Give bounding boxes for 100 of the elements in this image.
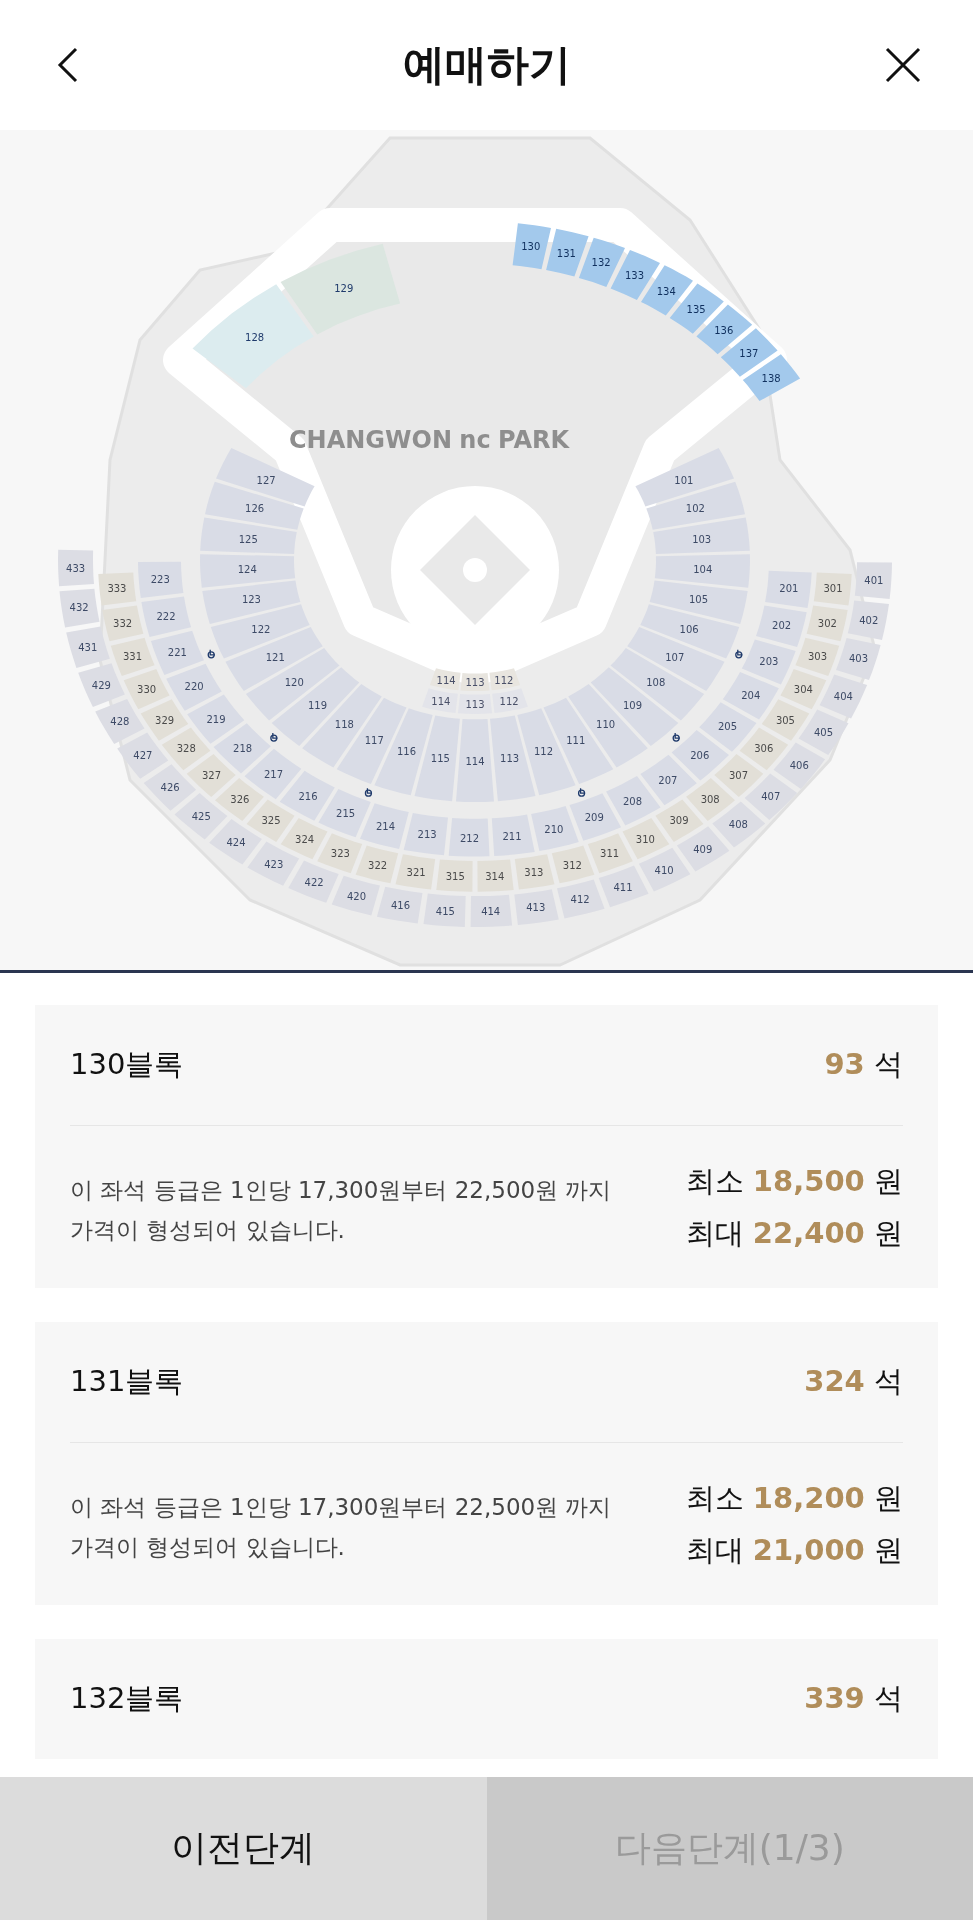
seat-section[interactable]: 309 bbox=[655, 799, 704, 842]
seat-section[interactable]: 223 bbox=[138, 561, 184, 598]
block-name: 130블록 bbox=[70, 1046, 184, 1083]
seat-section[interactable]: 215 bbox=[318, 789, 371, 838]
seat-section[interactable]: 329 bbox=[140, 699, 189, 741]
seat-section[interactable]: 213 bbox=[403, 812, 448, 856]
seat-section[interactable]: 413 bbox=[514, 889, 559, 925]
wheelchair-icon bbox=[577, 787, 586, 797]
seat-section[interactable]: 202 bbox=[756, 605, 807, 648]
seat-section[interactable]: 113 bbox=[490, 715, 536, 802]
seat-section[interactable]: 321 bbox=[395, 854, 436, 890]
block-name: 131블록 bbox=[70, 1363, 184, 1400]
seat-section[interactable]: 306 bbox=[739, 727, 789, 771]
seat-section[interactable]: 203 bbox=[741, 639, 796, 685]
seat-section[interactable]: 429 bbox=[78, 663, 125, 707]
price-line: 최대 21,000 원 bbox=[685, 1532, 903, 1569]
seat-section[interactable]: 210 bbox=[531, 806, 579, 852]
close-icon[interactable] bbox=[883, 45, 923, 85]
seat-section[interactable]: 333 bbox=[98, 572, 137, 606]
seat-section[interactable]: 220 bbox=[166, 663, 222, 711]
seat-section[interactable]: 431 bbox=[66, 626, 110, 668]
seat-section[interactable]: 328 bbox=[161, 727, 211, 771]
seat-section[interactable]: 322 bbox=[355, 845, 399, 884]
seat-section[interactable]: 332 bbox=[102, 605, 144, 642]
seat-section[interactable]: 312 bbox=[551, 845, 595, 884]
seat-section[interactable]: 426 bbox=[143, 764, 197, 811]
price-description: 이 좌석 등급은 1인당 17,300원부터 22,500원 까지 가격이 형성되어 있습니다. bbox=[70, 1176, 613, 1245]
seat-section[interactable]: 403 bbox=[836, 637, 881, 681]
seat-section[interactable]: 303 bbox=[795, 637, 840, 676]
wheelchair-icon bbox=[270, 732, 278, 742]
seat-section[interactable]: 406 bbox=[773, 742, 826, 789]
seat-section[interactable]: 131 bbox=[546, 228, 589, 277]
seat-section[interactable]: 405 bbox=[798, 709, 849, 755]
seat-section[interactable]: 409 bbox=[676, 826, 730, 872]
seat-section[interactable]: 302 bbox=[806, 605, 848, 642]
wheelchair-icon bbox=[364, 787, 373, 797]
seat-section[interactable]: 404 bbox=[819, 674, 868, 719]
block-card[interactable]: 132블록 339 석 bbox=[35, 1639, 938, 1759]
seat-section[interactable]: 124 bbox=[200, 554, 296, 588]
seat-section[interactable]: 310 bbox=[622, 817, 670, 860]
seat-section[interactable]: 416 bbox=[376, 886, 423, 924]
seat-section[interactable]: 104 bbox=[654, 554, 750, 588]
seat-section[interactable]: 324 bbox=[280, 817, 328, 860]
seat-section[interactable]: 114 bbox=[456, 718, 494, 802]
seat-section[interactable]: 323 bbox=[317, 833, 363, 874]
seat-count: 324 석 bbox=[804, 1363, 903, 1400]
seat-section[interactable]: 304 bbox=[780, 669, 827, 710]
seat-section[interactable]: 130 bbox=[512, 223, 551, 270]
seat-section[interactable]: 433 bbox=[58, 549, 94, 587]
seat-section[interactable]: 411 bbox=[598, 865, 649, 908]
price-description: 이 좌석 등급은 1인당 17,300원부터 22,500원 까지 가격이 형성되어 있습니다. bbox=[70, 1493, 613, 1562]
price-line: 최소 18,200 원 bbox=[685, 1480, 903, 1517]
block-card[interactable]: 130블록 93 석 이 좌석 등급은 1인당 17,300원부터 22,500원 까지 가격이 형성되어 있습니다. 최소 18,500 원 최대 22,400 원 bbox=[35, 1005, 938, 1288]
price-line: 최대 22,400 원 bbox=[685, 1215, 903, 1252]
seat-section[interactable]: 105 bbox=[649, 580, 748, 624]
price-line: 최소 18,500 원 bbox=[685, 1163, 903, 1200]
seat-section[interactable]: 214 bbox=[360, 803, 409, 849]
seat-section[interactable]: 425 bbox=[174, 793, 228, 840]
seat-section[interactable]: 412 bbox=[557, 879, 605, 919]
seat-count: 339 석 bbox=[804, 1680, 903, 1717]
seat-section[interactable]: 114 bbox=[429, 668, 461, 691]
seat-section[interactable]: 415 bbox=[423, 893, 466, 927]
seat-section[interactable]: 125 bbox=[200, 517, 297, 554]
seat-section[interactable]: 114 bbox=[422, 688, 458, 713]
seat-section[interactable]: 221 bbox=[150, 630, 204, 675]
seat-section[interactable]: 330 bbox=[123, 669, 170, 710]
seat-section[interactable]: 201 bbox=[765, 570, 812, 609]
seat-section[interactable]: 424 bbox=[209, 819, 262, 865]
seat-section[interactable]: 427 bbox=[117, 732, 169, 779]
seat-section[interactable]: 112 bbox=[489, 668, 521, 691]
seat-section[interactable]: 313 bbox=[514, 854, 555, 890]
seat-section[interactable]: 432 bbox=[59, 588, 100, 628]
seat-section[interactable]: 428 bbox=[95, 698, 145, 744]
seat-section[interactable]: 209 bbox=[569, 793, 622, 841]
wheelchair-icon bbox=[735, 649, 743, 659]
seat-section[interactable]: 211 bbox=[491, 814, 535, 857]
step-button[interactable]: 이전단계 bbox=[0, 1777, 487, 1920]
seat-section[interactable]: 219 bbox=[187, 694, 245, 744]
wheelchair-icon bbox=[207, 649, 216, 659]
page-title: 예매하기 bbox=[402, 39, 571, 91]
seat-section[interactable]: 311 bbox=[587, 833, 633, 874]
seat-section[interactable]: 128 bbox=[192, 284, 314, 389]
seat-section[interactable]: 420 bbox=[331, 875, 380, 916]
wheelchair-icon bbox=[672, 732, 681, 742]
seat-section[interactable]: 129 bbox=[280, 243, 401, 335]
block-card[interactable]: 131블록 324 석 이 좌석 등급은 1인당 17,300원부터 22,500원 까지 가격이 형성되어 있습니다. 최소 18,200 원 최대 21,000 원 bbox=[35, 1322, 938, 1605]
seat-section[interactable]: 113 bbox=[457, 694, 493, 714]
seat-section[interactable]: 402 bbox=[847, 600, 889, 640]
seat-section[interactable]: 123 bbox=[202, 580, 301, 624]
seat-section[interactable]: 103 bbox=[653, 517, 750, 554]
block-name: 132블록 bbox=[70, 1680, 184, 1717]
seat-section[interactable]: 301 bbox=[813, 572, 852, 606]
seat-section[interactable]: 422 bbox=[288, 860, 339, 903]
seat-section[interactable]: 305 bbox=[761, 699, 810, 741]
seat-section[interactable]: 222 bbox=[141, 596, 192, 638]
seat-section[interactable]: 132 bbox=[578, 237, 625, 287]
seat-section[interactable]: 410 bbox=[638, 847, 691, 892]
seat-section[interactable]: 331 bbox=[110, 637, 155, 676]
seat-section[interactable]: 112 bbox=[492, 688, 528, 713]
seat-section[interactable]: 401 bbox=[854, 562, 892, 599]
